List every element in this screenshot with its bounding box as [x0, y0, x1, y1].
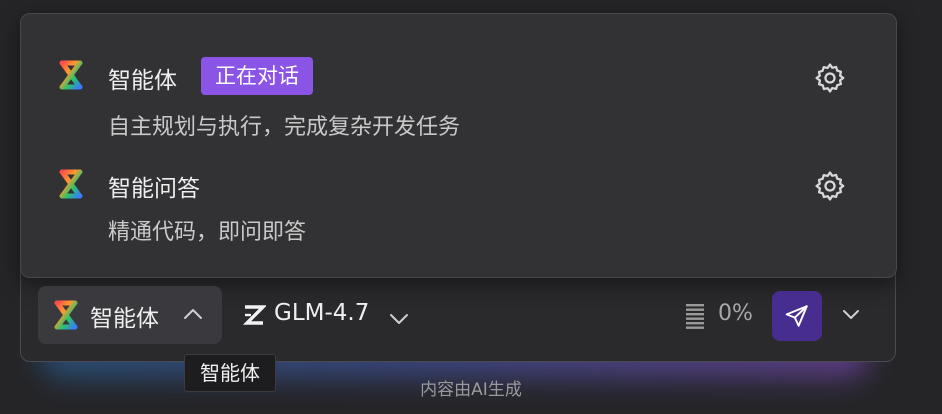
- agent-logo-icon: [54, 300, 78, 330]
- send-button[interactable]: [772, 291, 822, 341]
- mode-option-description: 自主规划与执行，完成复杂开发任务: [108, 115, 461, 140]
- mode-option-title: 智能体: [108, 68, 177, 94]
- mode-option-agent[interactable]: 智能体 正在对话 自主规划与执行，完成复杂开发任务: [21, 14, 896, 154]
- chevron-down-icon[interactable]: [840, 306, 862, 322]
- model-selector-label: GLM-4.7: [274, 300, 370, 326]
- mode-dropdown-menu: 智能体 正在对话 自主规划与执行，完成复杂开发任务 智能问答 精通代码，即问即答: [20, 13, 897, 278]
- mode-option-title: 智能问答: [108, 176, 200, 202]
- model-selector-button[interactable]: GLM-4.7: [236, 290, 418, 340]
- gear-icon[interactable]: [813, 61, 847, 95]
- chevron-down-icon: [390, 314, 408, 324]
- mode-selector-button[interactable]: 智能体: [38, 286, 222, 344]
- context-usage-icon: [686, 304, 704, 329]
- active-badge: 正在对话: [201, 57, 313, 95]
- mode-option-description: 精通代码，即问即答: [108, 220, 307, 245]
- mode-option-qa[interactable]: 智能问答 精通代码，即问即答: [21, 154, 896, 274]
- gear-icon[interactable]: [813, 169, 847, 203]
- context-usage-value: 0%: [718, 301, 753, 326]
- send-icon: [785, 305, 808, 327]
- ai-disclaimer: 内容由AI生成: [420, 380, 522, 400]
- agent-logo-icon: [59, 169, 83, 199]
- agent-logo-icon: [59, 60, 83, 90]
- chevron-up-icon: [184, 309, 202, 319]
- zhipu-logo-icon: [242, 305, 266, 325]
- mode-selector-label: 智能体: [90, 306, 159, 332]
